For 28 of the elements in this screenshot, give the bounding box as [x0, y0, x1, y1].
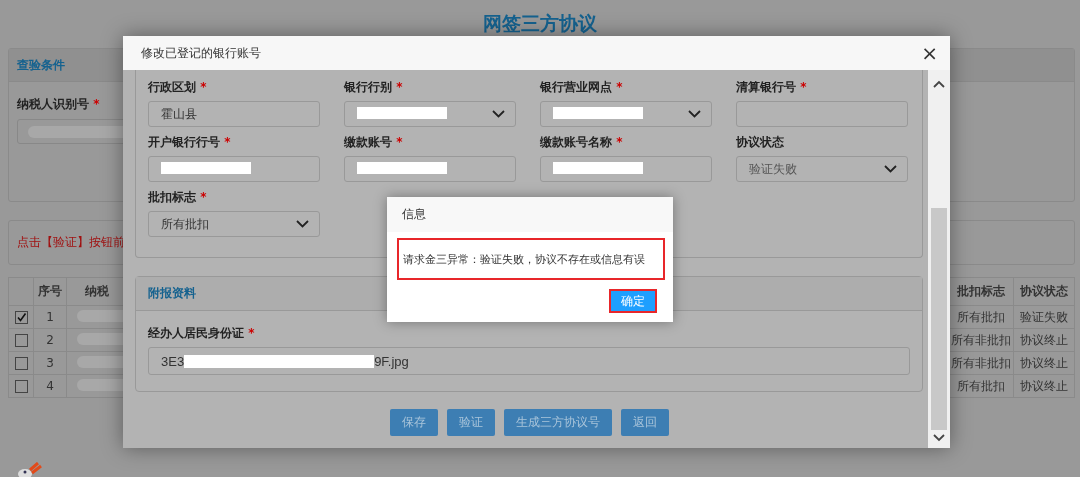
field-label: 缴款账号 *	[344, 134, 404, 151]
field-label: 缴款账号名称 *	[540, 134, 624, 151]
field-label: 银行营业网点 *	[540, 79, 624, 96]
table-cell: 协议终止	[1013, 328, 1075, 352]
field-label: 批扣标志 *	[148, 189, 208, 206]
column-header: 协议状态	[1013, 277, 1075, 306]
hint-text: 点击【验证】按钮前	[17, 234, 125, 251]
card-title: 查验条件	[17, 56, 65, 74]
table-cell: 3	[33, 351, 67, 375]
field-label: 协议状态	[736, 134, 785, 151]
table-cell: 1	[33, 305, 67, 329]
field-label: 经办人居民身份证 *	[148, 325, 256, 342]
table-cell: 4	[33, 374, 67, 398]
page-title: 网签三方协议	[482, 11, 598, 36]
field-label: 行政区划 *	[148, 79, 208, 96]
field-label: 清算银行号 *	[736, 79, 808, 96]
modal-title: 修改已登记的银行账号	[141, 44, 261, 62]
column-header: 序号	[33, 277, 67, 306]
table-cell: 2	[33, 328, 67, 352]
dialog-message: 请求金三异常：验证失败，协议不存在或信息有误	[397, 238, 665, 280]
table-cell: 协议终止	[1013, 374, 1075, 398]
dialog-title: 信息	[402, 206, 426, 223]
table-cell: 验证失败	[1013, 305, 1075, 329]
field-label: 银行行别 *	[344, 79, 404, 96]
field-label: 纳税人识别号 *	[17, 96, 101, 113]
table-cell: 协议终止	[1013, 351, 1075, 375]
field-label: 开户银行行号 *	[148, 134, 232, 151]
section-title: 附报资料	[148, 285, 196, 302]
